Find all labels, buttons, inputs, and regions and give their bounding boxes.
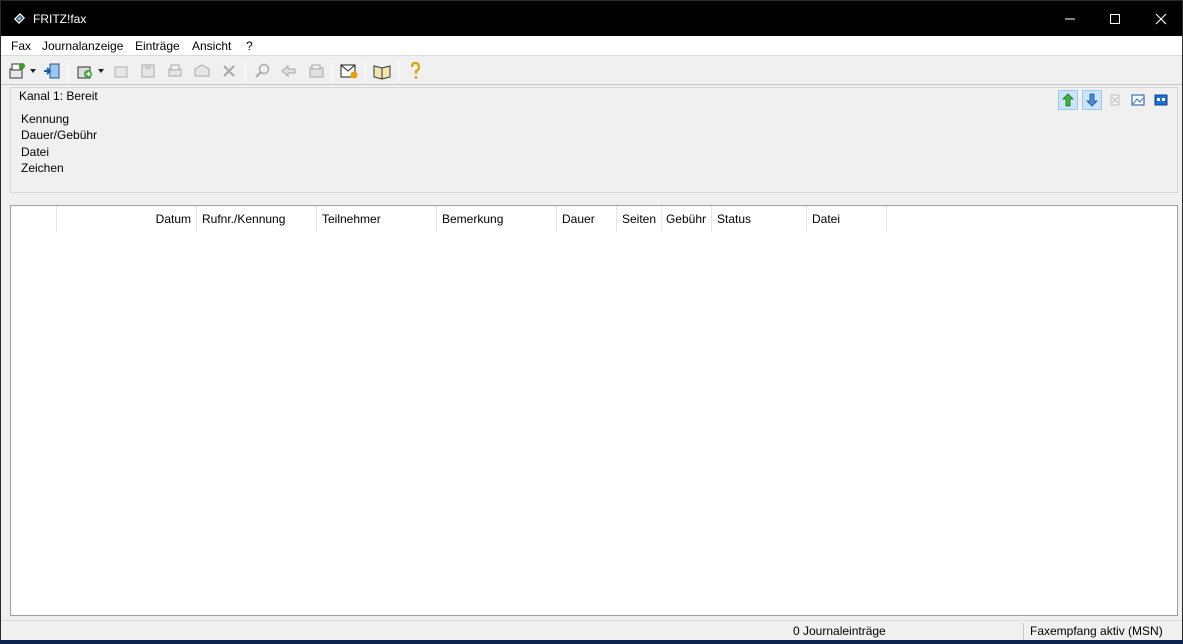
field-dauer-gebuehr-label: Dauer/Gebühr: [21, 128, 98, 142]
new-fax-dropdown-icon[interactable]: [30, 69, 36, 73]
phonebook-icon: [373, 65, 391, 80]
close-icon: [1155, 13, 1167, 24]
save-button[interactable]: [137, 60, 159, 82]
column-header-dauer[interactable]: Dauer: [557, 206, 617, 232]
forward-icon: [114, 66, 128, 78]
toolbar-separator: [398, 60, 399, 82]
menu-journalanzeige[interactable]: Journalanzeige: [42, 39, 123, 53]
journal-entry-count: 0 Journaleinträge: [793, 624, 886, 638]
sort-up-button[interactable]: [1058, 90, 1078, 110]
field-datei-label: Datei: [21, 145, 50, 159]
column-header-seiten[interactable]: Seiten: [617, 206, 662, 232]
menu-ansicht[interactable]: Ansicht: [192, 39, 231, 53]
toolbar-separator: [68, 60, 69, 82]
field-zeichen-label: Zeichen: [21, 161, 64, 175]
journal-list[interactable]: Datum Rufnr./Kennung Teilnehmer Bemerkun…: [10, 205, 1178, 616]
fax-receive-status: Faxempfang aktiv (MSN): [1030, 624, 1163, 638]
column-header-bemerkung[interactable]: Bemerkung: [437, 206, 557, 232]
menu-bar: Fax Journalanzeige Einträge Ansicht ?: [1, 36, 1182, 56]
help-button[interactable]: [404, 60, 426, 82]
fritz-fax-app-icon: [13, 12, 26, 25]
archive-icon: [194, 64, 210, 77]
channel-panel: Kanal 1: Bereit Kennung Dauer/Gebühr Dat…: [10, 87, 1178, 193]
fax-inbox-button[interactable]: [338, 60, 360, 82]
split-view-icon: [1154, 94, 1168, 106]
send-dropdown-icon[interactable]: [98, 69, 104, 73]
column-header-datei[interactable]: Datei: [807, 206, 887, 232]
image-preview-icon: [1131, 94, 1145, 106]
reply-icon: [281, 64, 296, 78]
save-icon: [141, 64, 155, 78]
status-bar: 0 Journaleinträge Faxempfang aktiv (MSN): [1, 620, 1182, 641]
fax-machine-button[interactable]: [305, 60, 327, 82]
new-fax-icon: [9, 63, 25, 79]
maximize-icon: [1110, 13, 1120, 24]
minimize-icon: [1065, 18, 1075, 19]
delete-button[interactable]: [218, 60, 240, 82]
delete-doc-icon: [1110, 94, 1120, 106]
search-button[interactable]: [251, 60, 273, 82]
toolbar: [1, 57, 1182, 85]
window-title: FRITZ!fax: [33, 12, 87, 26]
archive-button[interactable]: [191, 60, 213, 82]
field-kennung-label: Kennung: [21, 112, 70, 126]
arrow-down-icon: [1086, 93, 1098, 107]
send-icon: [77, 66, 92, 79]
help-icon: [410, 61, 421, 79]
column-header-teilnehmer[interactable]: Teilnehmer: [317, 206, 437, 232]
fax-inbox-icon: [340, 64, 358, 79]
status-divider: [1023, 623, 1024, 640]
title-bar[interactable]: FRITZ!fax: [1, 1, 1182, 36]
column-header-datum[interactable]: Datum: [57, 206, 197, 232]
toolbar-separator: [365, 60, 366, 82]
close-button[interactable]: [1138, 1, 1183, 36]
sort-down-button[interactable]: [1082, 90, 1102, 110]
import-button[interactable]: [41, 60, 63, 82]
toolbar-separator: [332, 60, 333, 82]
column-header-icon[interactable]: [11, 206, 57, 232]
menu-fax[interactable]: Fax: [11, 39, 31, 53]
panel-view-button[interactable]: [1151, 90, 1171, 110]
toolbar-separator: [245, 60, 246, 82]
column-header-gebuehr[interactable]: Gebühr: [662, 206, 712, 232]
panel-delete-button[interactable]: [1105, 90, 1125, 110]
arrow-up-icon: [1062, 93, 1074, 107]
search-icon: [255, 63, 270, 78]
send-button[interactable]: [74, 60, 96, 82]
menu-eintraege[interactable]: Einträge: [135, 39, 180, 53]
desktop-taskbar-edge: [0, 640, 1183, 644]
print-icon: [168, 64, 182, 77]
column-header-rufnummer[interactable]: Rufnr./Kennung: [197, 206, 317, 232]
reply-button[interactable]: [278, 60, 300, 82]
preview-button[interactable]: [1128, 90, 1148, 110]
delete-icon: [223, 65, 235, 77]
import-icon: [44, 63, 60, 79]
maximize-button[interactable]: [1092, 1, 1138, 36]
phonebook-button[interactable]: [371, 60, 393, 82]
minimize-button[interactable]: [1047, 1, 1093, 36]
print-button[interactable]: [164, 60, 186, 82]
app-window: FRITZ!fax Fax Journalanzeige Einträge An…: [0, 0, 1183, 641]
fax-machine-icon: [309, 64, 324, 78]
new-fax-button[interactable]: [6, 60, 28, 82]
column-header-status[interactable]: Status: [712, 206, 807, 232]
channel-status: Kanal 1: Bereit: [19, 89, 98, 103]
menu-help[interactable]: ?: [246, 39, 253, 53]
forward-button[interactable]: [110, 60, 132, 82]
